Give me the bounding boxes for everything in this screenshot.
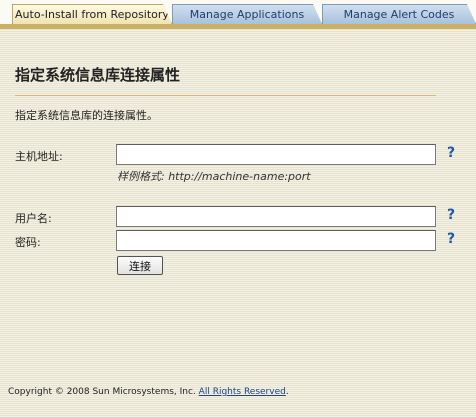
username-input[interactable] (116, 206, 436, 227)
rights-link[interactable]: All Rights Reserved (199, 387, 286, 397)
password-label: 密码: (15, 236, 41, 249)
connect-button[interactable]: 连接 (117, 256, 163, 275)
copyright-period: . (285, 387, 289, 397)
password-help-icon[interactable]: ? (447, 231, 455, 247)
host-label: 主机地址: (15, 150, 63, 163)
username-help-icon[interactable]: ? (447, 207, 455, 223)
tab-manage-alert-codes[interactable]: Manage Alert Codes (322, 4, 476, 24)
copyright: Copyright © 2008 Sun Microsystems, Inc. … (8, 387, 289, 397)
host-input[interactable] (116, 144, 436, 165)
host-help-icon[interactable]: ? (447, 145, 455, 161)
tab-bar: Auto-Install from Repository Manage Appl… (0, 0, 476, 24)
copyright-text: Copyright © 2008 Sun Microsystems, Inc. (8, 387, 196, 397)
tab-manage-applications[interactable]: Manage Applications (172, 4, 322, 24)
page-title: 指定系统信息库连接属性 (15, 66, 181, 84)
host-format-hint: 样例格式: http://machine-name:port (117, 170, 311, 183)
username-label: 用户名: (15, 212, 52, 225)
title-divider (15, 95, 436, 96)
tab-auto-install[interactable]: Auto-Install from Repository (12, 4, 172, 24)
page-description: 指定系统信息库的连接属性。 (15, 109, 158, 122)
tab-underline (0, 24, 476, 29)
password-input[interactable] (116, 230, 436, 251)
